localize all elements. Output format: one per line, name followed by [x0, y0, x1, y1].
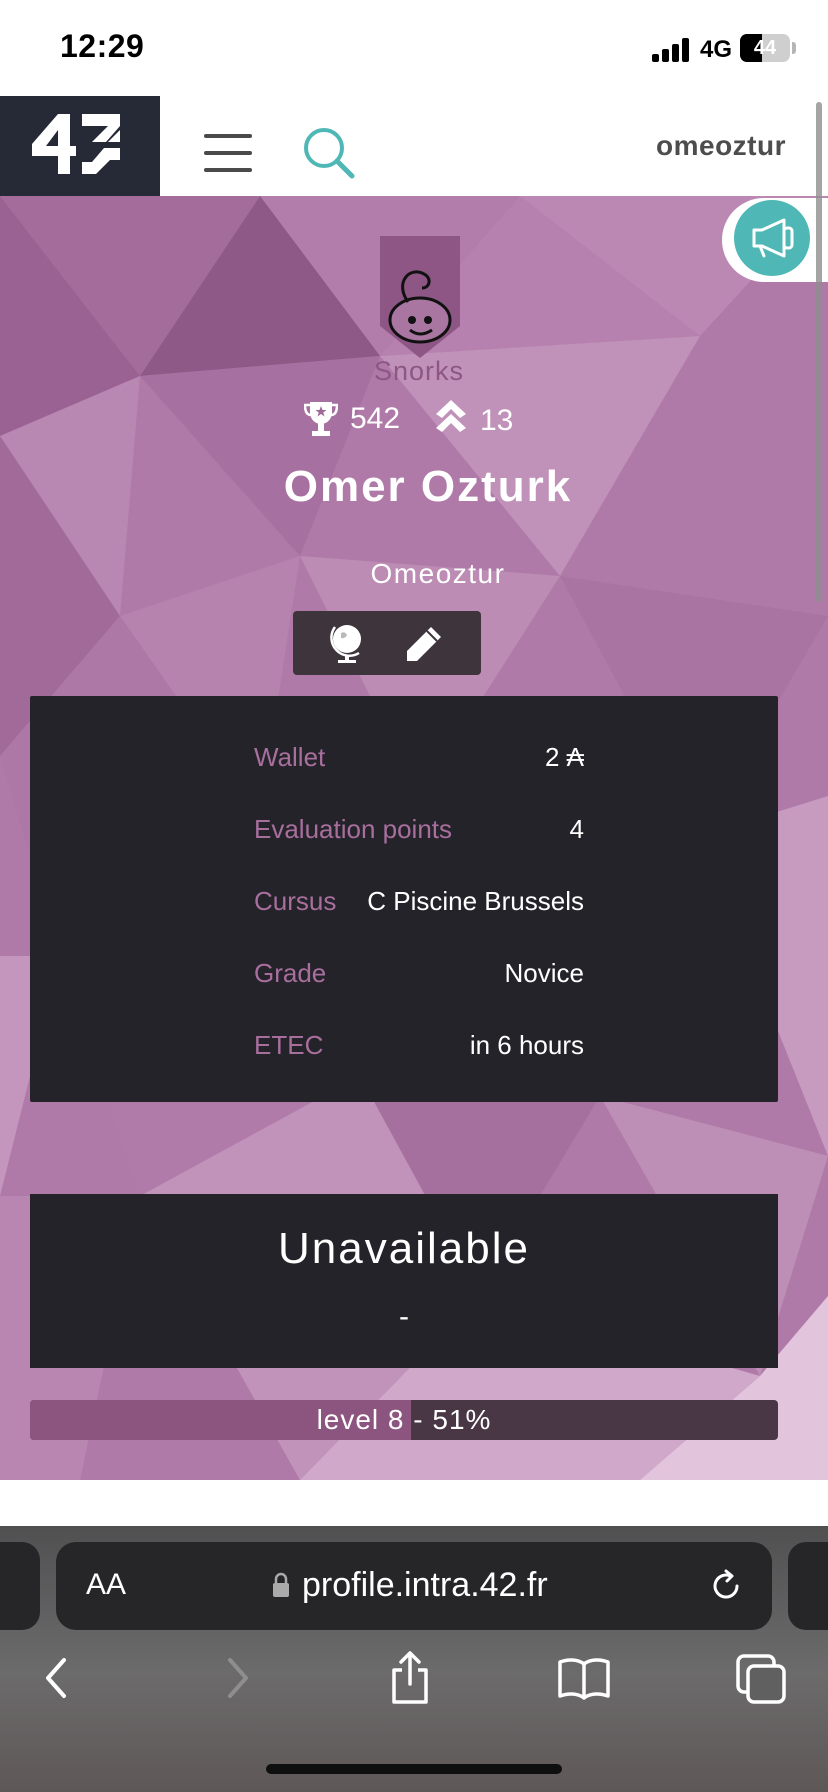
- cursus-label: Cursus: [254, 886, 337, 916]
- info-row-etec: ETEC in 6 hours: [254, 1030, 584, 1070]
- lock-icon: [272, 1572, 290, 1598]
- profile-actions: [293, 611, 481, 675]
- battery-icon: 44: [740, 34, 790, 62]
- coalition-points: 542: [350, 402, 401, 435]
- coalition-banner[interactable]: [380, 236, 460, 358]
- pencil-icon[interactable]: [405, 625, 443, 663]
- profile-hero: Snorks 542 13 Omer Ozturk Omeoztur Walle…: [0, 196, 828, 1480]
- info-row-cursus[interactable]: Cursus C Piscine Brussels: [254, 886, 584, 926]
- etec-value: in 6 hours: [469, 1030, 584, 1060]
- share-icon[interactable]: [382, 1650, 438, 1706]
- coalition-rank: 13: [480, 404, 514, 437]
- info-row-evaluation-points: Evaluation points 4: [254, 814, 584, 854]
- next-tab-peek[interactable]: [788, 1542, 828, 1630]
- signal-icon: [652, 38, 692, 62]
- evaluation-points-label: Evaluation points: [254, 814, 453, 844]
- info-row-wallet: Wallet 2 ₳: [254, 742, 584, 782]
- address-bar[interactable]: AA profile.intra.42.fr: [56, 1542, 772, 1630]
- status-bar: 12:29 4G 44: [0, 0, 828, 96]
- aa-label: AA: [86, 1568, 127, 1601]
- header-username[interactable]: omeoztur: [656, 130, 786, 162]
- user-login: Omeoztur: [370, 558, 506, 589]
- battery-nub: [792, 42, 796, 54]
- rank-chevron-icon: [436, 400, 466, 436]
- wallet-value: 2 ₳: [544, 742, 584, 772]
- level-text: level 8 - 51%: [316, 1404, 492, 1435]
- tabs-icon[interactable]: [734, 1650, 790, 1706]
- availability-panel: Unavailable -: [30, 1194, 778, 1368]
- bookmarks-icon[interactable]: [556, 1650, 612, 1706]
- logo-42[interactable]: [0, 96, 160, 196]
- cursus-value[interactable]: C Piscine Brussels: [367, 886, 584, 917]
- url-text[interactable]: profile.intra.42.fr: [302, 1566, 548, 1605]
- user-info-panel: Wallet 2 ₳ Evaluation points 4 Cursus C …: [30, 696, 778, 1102]
- megaphone-icon[interactable]: [734, 200, 810, 276]
- status-time: 12:29: [60, 28, 145, 64]
- info-row-grade: Grade Novice: [254, 958, 584, 998]
- profile-stats: 542 13: [0, 400, 828, 444]
- reader-aa-button[interactable]: AA: [86, 1568, 126, 1602]
- user-full-name: Omer Ozturk: [283, 462, 573, 511]
- home-indicator[interactable]: [266, 1764, 562, 1774]
- reload-icon[interactable]: [708, 1568, 744, 1604]
- etec-label: ETEC: [254, 1030, 324, 1060]
- hamburger-icon[interactable]: [204, 134, 252, 172]
- trophy-icon: [303, 400, 339, 438]
- battery-percent: 44: [753, 37, 777, 59]
- search-icon[interactable]: [300, 124, 360, 184]
- grade-value: Novice: [504, 958, 584, 988]
- globe-icon[interactable]: [329, 621, 369, 665]
- page-scrollbar[interactable]: [816, 102, 822, 602]
- logo-42-icon: [32, 114, 120, 174]
- coalition-name[interactable]: Snorks: [0, 356, 828, 387]
- previous-tab-peek[interactable]: [0, 1542, 40, 1630]
- availability-location: -: [399, 1300, 409, 1333]
- site-header: omeoztur: [0, 96, 828, 196]
- back-icon[interactable]: [30, 1650, 86, 1706]
- grade-label: Grade: [254, 958, 327, 988]
- level-progress-bar: level 8 - 51%: [30, 1400, 778, 1440]
- forward-icon[interactable]: [208, 1650, 264, 1706]
- wallet-label: Wallet: [254, 742, 326, 772]
- availability-status: Unavailable: [278, 1224, 530, 1273]
- network-label: 4G: [700, 36, 733, 63]
- evaluation-points-value: 4: [569, 814, 584, 844]
